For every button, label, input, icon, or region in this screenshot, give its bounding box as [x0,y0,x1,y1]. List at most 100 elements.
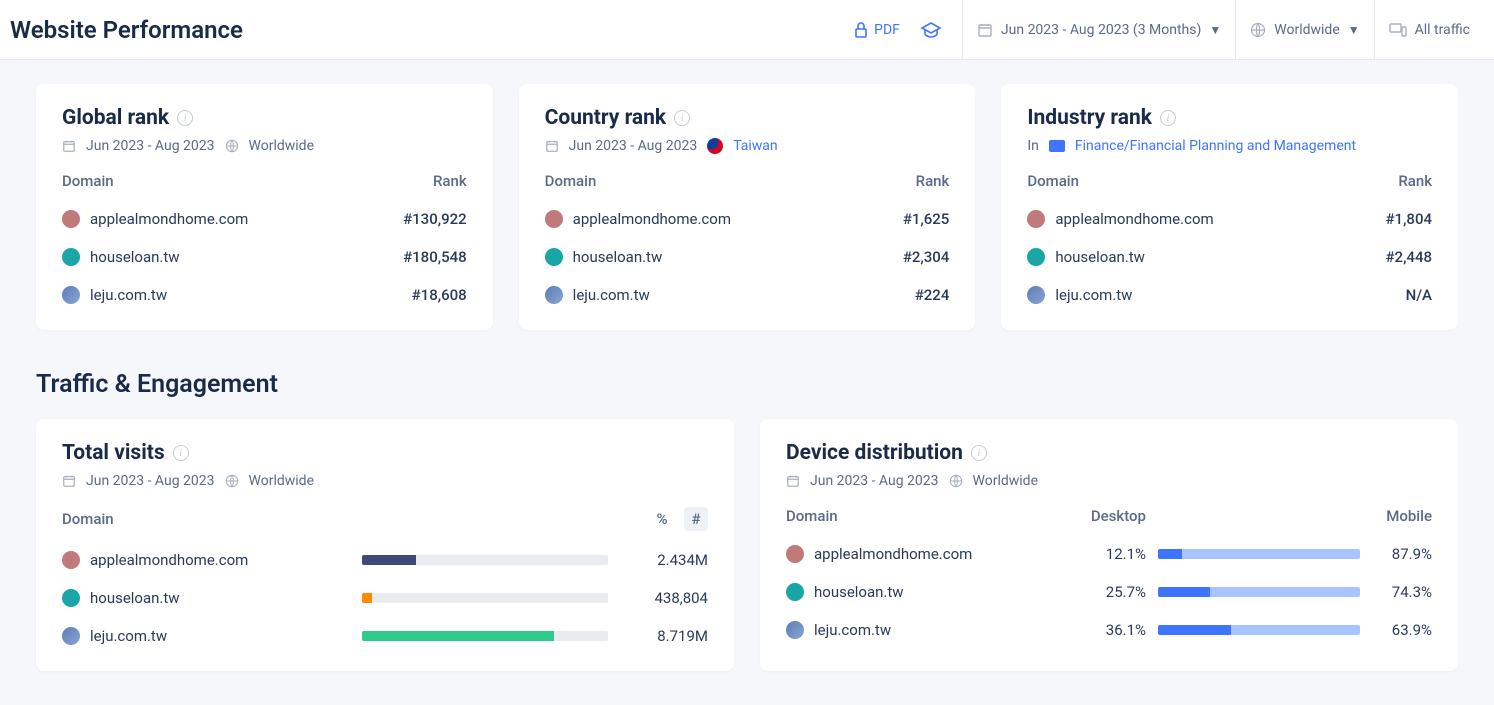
domain-cell[interactable]: applealmondhome.com [62,551,362,569]
export-pdf-button[interactable]: PDF [854,22,900,38]
globe-icon [225,139,239,153]
country-link[interactable]: Taiwan [733,138,777,154]
calendar-icon [62,474,76,488]
desktop-value: 36.1% [1086,621,1146,639]
flag-taiwan-icon [707,138,723,154]
favicon-icon [545,248,563,266]
scope-text: Worldwide [973,473,1038,489]
desktop-bar [1158,587,1210,597]
domain-cell[interactable]: applealmondhome.com [786,545,1086,563]
number-toggle[interactable]: # [684,507,708,531]
info-icon[interactable]: i [177,110,193,126]
mobile-bar [1182,549,1360,559]
bar-cell [362,555,628,565]
card-subtitle: Jun 2023 - Aug 2023 Worldwide [62,473,708,489]
info-icon[interactable]: i [674,110,690,126]
favicon-icon [1027,286,1045,304]
rank-value: #224 [915,286,950,304]
table-header: Domain Rank [62,172,467,190]
region-filter[interactable]: Worldwide ▼ [1235,0,1373,60]
domain-cell[interactable]: leju.com.tw [1027,286,1132,304]
table-row: applealmondhome.com 2.434M [62,551,708,569]
favicon-icon [545,210,563,228]
view-toggles: % # [650,507,708,531]
table-row: applealmondhome.com 12.1% 87.9% [786,545,1432,563]
title-text: Country rank [545,106,666,130]
favicon-icon [62,286,80,304]
domain-cell[interactable]: houseloan.tw [62,589,362,607]
rank-value: #2,448 [1386,248,1433,266]
split-bar [1158,587,1360,597]
favicon-icon [786,583,804,601]
domain-cell[interactable]: houseloan.tw [545,248,663,266]
table-row: leju.com.tw#18,608 [62,286,467,304]
favicon-icon [786,545,804,563]
domain-cell[interactable]: applealmondhome.com [1027,210,1213,228]
bar-cell [1146,625,1372,635]
card-subtitle: Jun 2023 - Aug 2023 Worldwide [62,138,467,154]
value-text: 2.434M [628,551,708,569]
bar-fill [362,631,554,641]
graduation-cap-icon[interactable] [920,21,942,39]
info-icon[interactable]: i [971,445,987,461]
mobile-bar [1231,625,1360,635]
date-text: Jun 2023 - Aug 2023 [569,138,698,154]
rank-value: #2,304 [903,248,950,266]
lock-icon [854,22,868,38]
date-text: Jun 2023 - Aug 2023 [86,138,215,154]
col-domain: Domain [62,510,362,528]
col-rank: Rank [916,172,950,190]
col-rank: Rank [433,172,467,190]
favicon-icon [1027,210,1045,228]
globe-icon [1250,22,1266,38]
info-icon[interactable]: i [1160,110,1176,126]
domain-cell[interactable]: applealmondhome.com [545,210,731,228]
traffic-filter-label: All traffic [1415,22,1470,38]
rank-value: N/A [1406,286,1432,304]
card-title: Country rank i [545,106,950,130]
calendar-icon [545,139,559,153]
domain-text: houseloan.tw [90,589,180,607]
bar-track [362,593,608,603]
table-row: houseloan.tw#180,548 [62,248,467,266]
total-visits-card: Total visits i Jun 2023 - Aug 2023 World… [36,419,734,671]
mobile-value: 87.9% [1372,545,1432,563]
rank-value: #1,804 [1386,210,1433,228]
domain-cell[interactable]: houseloan.tw [786,583,1086,601]
domain-cell[interactable]: applealmondhome.com [62,210,248,228]
split-bar [1158,549,1360,559]
table-row: houseloan.tw 25.7% 74.3% [786,583,1432,601]
traffic-filter[interactable]: All traffic [1374,0,1484,60]
domain-cell[interactable]: leju.com.tw [786,621,1086,639]
domain-text: leju.com.tw [1055,286,1132,304]
percent-toggle[interactable]: % [650,507,674,531]
value-text: 438,804 [628,589,708,607]
category-link[interactable]: Finance/Financial Planning and Managemen… [1075,138,1356,154]
domain-text: applealmondhome.com [90,210,248,228]
bar-track [362,555,608,565]
domain-cell[interactable]: houseloan.tw [1027,248,1145,266]
col-domain: Domain [786,507,1086,525]
domain-cell[interactable]: leju.com.tw [62,627,362,645]
table-row: applealmondhome.com#130,922 [62,210,467,228]
title-text: Industry rank [1027,106,1152,130]
bar-cell [362,593,628,603]
info-icon[interactable]: i [173,445,189,461]
desktop-value: 12.1% [1086,545,1146,563]
table-header: Domain Rank [1027,172,1432,190]
rank-value: #1,625 [903,210,950,228]
domain-cell[interactable]: houseloan.tw [62,248,180,266]
globe-icon [949,474,963,488]
domain-cell[interactable]: leju.com.tw [62,286,167,304]
domain-text: applealmondhome.com [90,551,248,569]
domain-cell[interactable]: leju.com.tw [545,286,650,304]
date-range-label: Jun 2023 - Aug 2023 (3 Months) [1001,22,1201,38]
mobile-bar [1210,587,1360,597]
chevron-down-icon: ▼ [1209,23,1221,37]
chevron-down-icon: ▼ [1348,23,1360,37]
favicon-icon [1027,248,1045,266]
table-row: applealmondhome.com #1,804 [1027,210,1432,228]
col-domain: Domain [545,172,597,190]
date-range-filter[interactable]: Jun 2023 - Aug 2023 (3 Months) ▼ [962,0,1235,60]
card-subtitle: In Finance/Financial Planning and Manage… [1027,138,1432,154]
